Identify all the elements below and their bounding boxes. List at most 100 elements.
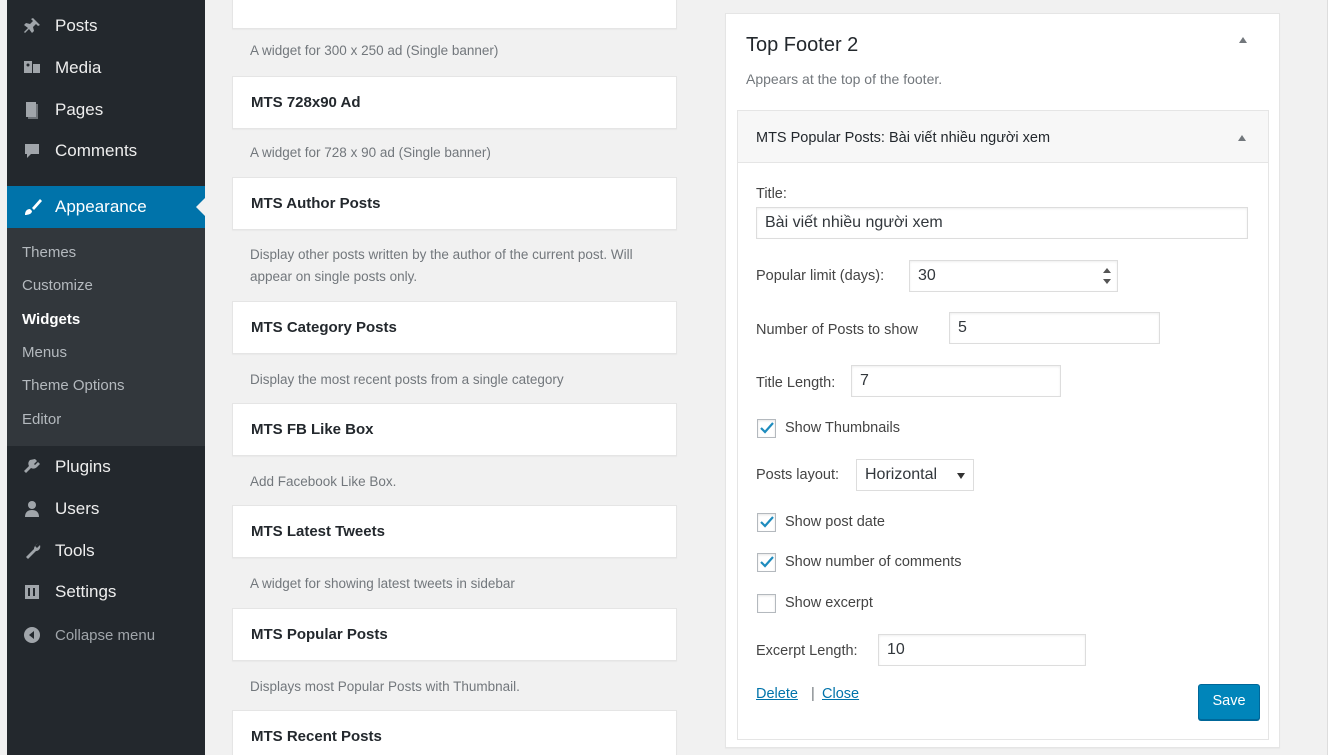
widget-title: MTS 728x90 Ad — [251, 94, 361, 111]
menu-label: Settings — [55, 582, 117, 601]
widget-300x250-ad[interactable] — [232, 0, 677, 29]
admin-sidebar: Posts Media Pages Comments Appearance Th… — [7, 0, 205, 755]
title-length-label: Title Length: — [756, 375, 836, 391]
widget-title: MTS Recent Posts — [251, 728, 382, 745]
submenu-theme-options[interactable]: Theme Options — [22, 377, 125, 394]
menu-label: Plugins — [55, 457, 111, 476]
widget-mts-author-posts[interactable]: MTS Author Posts — [232, 177, 677, 230]
sidebar-area-top-footer-2: Top Footer 2 Appears at the top of the f… — [725, 13, 1280, 748]
show-thumbnails-checkbox[interactable] — [757, 419, 776, 438]
widget-popular-posts-form: MTS Popular Posts: Bài viết nhiều người … — [737, 110, 1269, 740]
show-excerpt-label: Show excerpt — [785, 595, 873, 611]
menu-tools[interactable]: Tools — [7, 531, 205, 571]
num-posts-input[interactable]: 5 — [949, 312, 1160, 344]
widget-title: MTS Popular Posts — [251, 626, 388, 643]
widget-name: MTS Popular Posts — [756, 130, 881, 146]
menu-comments[interactable]: Comments — [7, 131, 205, 171]
widget-desc: A widget for showing latest tweets in si… — [250, 576, 515, 591]
submenu-editor[interactable]: Editor — [22, 411, 61, 428]
widget-title: MTS Latest Tweets — [251, 523, 385, 540]
posts-layout-select[interactable]: Horizontal — [856, 459, 974, 491]
posts-layout-value: Horizontal — [865, 466, 938, 483]
popular-limit-value: 30 — [918, 267, 936, 284]
show-comments-checkbox[interactable] — [757, 553, 776, 572]
collapse-icon — [21, 624, 43, 646]
window-edge — [1327, 0, 1344, 755]
appearance-submenu: Themes Customize Widgets Menus Theme Opt… — [7, 228, 205, 446]
area-title[interactable]: Top Footer 2 — [746, 34, 858, 57]
menu-pages[interactable]: Pages — [7, 90, 205, 130]
submenu-menus[interactable]: Menus — [22, 344, 67, 361]
settings-icon — [21, 581, 43, 603]
menu-users[interactable]: Users — [7, 489, 205, 529]
title-length-input[interactable]: 7 — [851, 365, 1061, 397]
posts-layout-label: Posts layout: — [756, 467, 840, 483]
title-label: Title: — [756, 186, 787, 202]
menu-plugins[interactable]: Plugins — [7, 447, 205, 487]
show-thumbnails-label: Show Thumbnails — [785, 420, 900, 436]
show-post-date-checkbox[interactable] — [757, 513, 776, 532]
menu-media[interactable]: Media — [7, 48, 205, 88]
widget-desc: Display the most recent posts from a sin… — [250, 372, 564, 387]
widget-mts-728x90-ad[interactable]: MTS 728x90 Ad — [232, 76, 677, 129]
submenu-customize[interactable]: Customize — [22, 277, 93, 294]
checkmark-icon — [760, 422, 774, 434]
wrench-icon — [21, 540, 43, 562]
close-link[interactable]: Close — [822, 686, 859, 702]
checkmark-icon — [760, 556, 774, 568]
widget-toggle-arrow-icon[interactable] — [1238, 135, 1246, 141]
number-spinner-icon[interactable] — [1102, 268, 1111, 284]
comment-icon — [21, 140, 43, 162]
widget-desc: A widget for 300 x 250 ad (Single banner… — [250, 43, 499, 58]
widget-mts-recent-posts[interactable]: MTS Recent Posts — [232, 710, 677, 755]
delete-link[interactable]: Delete — [756, 686, 798, 702]
widget-desc: Add Facebook Like Box. — [250, 474, 397, 489]
menu-posts[interactable]: Posts — [7, 6, 205, 46]
collapse-label: Collapse menu — [55, 626, 156, 644]
submenu-themes[interactable]: Themes — [22, 244, 76, 261]
num-posts-label: Number of Posts to show — [756, 322, 918, 338]
widget-mts-fb-like-box[interactable]: MTS FB Like Box — [232, 403, 677, 456]
widget-title: MTS FB Like Box — [251, 421, 374, 438]
show-post-date-label: Show post date — [785, 514, 885, 530]
widget-mts-category-posts[interactable]: MTS Category Posts — [232, 301, 677, 354]
brush-icon — [21, 196, 43, 218]
widget-desc: Display other posts written by the autho… — [250, 247, 633, 284]
widget-mts-latest-tweets[interactable]: MTS Latest Tweets — [232, 505, 677, 558]
title-input[interactable]: Bài viết nhiều người xem — [756, 207, 1248, 239]
show-comments-label: Show number of comments — [785, 554, 962, 570]
excerpt-length-label: Excerpt Length: — [756, 643, 858, 659]
plug-icon — [21, 456, 43, 478]
submenu-widgets[interactable]: Widgets — [22, 311, 80, 328]
link-separator: | — [811, 686, 815, 702]
popular-limit-label: Popular limit (days): — [756, 268, 885, 284]
menu-label: Comments — [55, 141, 138, 160]
pages-icon — [21, 99, 43, 121]
chevron-down-icon — [957, 473, 965, 479]
collapse-menu-button[interactable]: Collapse menu — [7, 615, 205, 655]
widget-title: MTS Author Posts — [251, 195, 381, 212]
menu-settings[interactable]: Settings — [7, 572, 205, 612]
area-description: Appears at the top of the footer. — [746, 71, 943, 87]
menu-label: Media — [55, 58, 102, 77]
pin-icon — [21, 15, 43, 37]
checkmark-icon — [760, 516, 774, 528]
menu-label: Tools — [55, 541, 95, 560]
media-icon — [21, 57, 43, 79]
save-button[interactable]: Save — [1198, 684, 1260, 720]
widget-desc: A widget for 728 x 90 ad (Single banner) — [250, 145, 491, 160]
widget-header[interactable]: MTS Popular Posts: Bài viết nhiều người … — [738, 111, 1268, 163]
menu-label: Posts — [55, 16, 98, 35]
menu-label: Users — [55, 499, 100, 518]
area-collapse-arrow-icon[interactable] — [1239, 37, 1247, 43]
widget-mts-popular-posts[interactable]: MTS Popular Posts — [232, 608, 677, 661]
widget-desc: Displays most Popular Posts with Thumbna… — [250, 679, 520, 694]
menu-appearance[interactable]: Appearance — [7, 186, 205, 228]
widget-title: MTS Category Posts — [251, 319, 397, 336]
excerpt-length-input[interactable]: 10 — [878, 634, 1086, 666]
menu-label: Appearance — [55, 197, 147, 216]
active-indicator — [196, 198, 205, 216]
show-excerpt-checkbox[interactable] — [757, 594, 776, 613]
popular-limit-input[interactable]: 30 — [909, 260, 1118, 292]
widget-header-title: MTS Popular Posts: Bài viết nhiều người … — [756, 130, 1050, 146]
